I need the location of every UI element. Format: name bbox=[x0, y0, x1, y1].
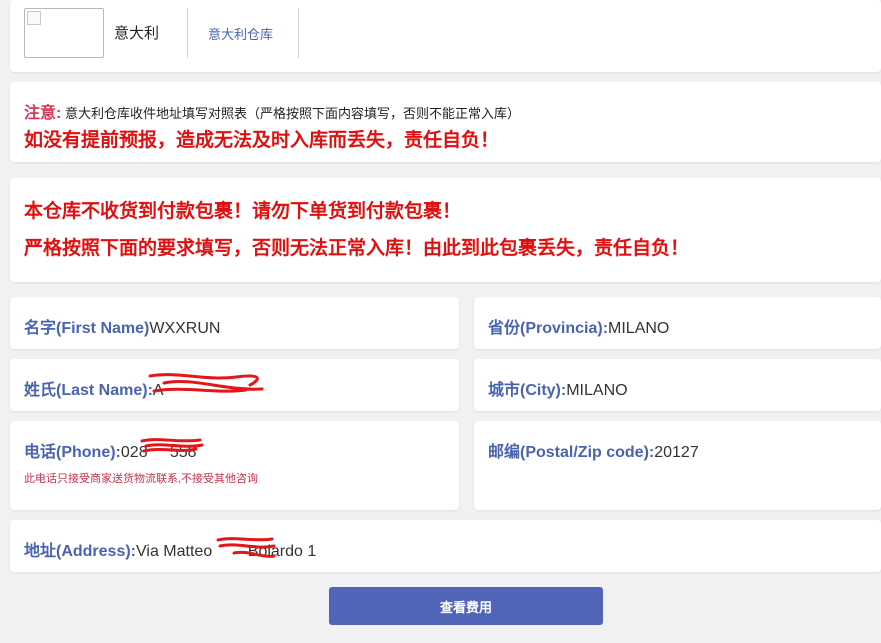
divider bbox=[298, 8, 299, 58]
field-phone: 电话(Phone):028 558 此电话只接受商家送货物流联系,不接受其他咨询 bbox=[10, 421, 459, 510]
policy-line-1: 本仓库不收货到付款包裹！请勿下单货到付款包裹！ bbox=[24, 201, 462, 222]
field-first-name: 名字(First Name)WXXRUN bbox=[10, 297, 459, 349]
field-label: 姓氏(Last Name): bbox=[24, 382, 153, 399]
field-value: WXXRUN bbox=[149, 320, 221, 337]
field-label: 名字(First Name) bbox=[24, 320, 150, 337]
field-value: Via Matteo bbox=[136, 543, 217, 560]
redacted-text bbox=[164, 382, 213, 399]
policy-card: 本仓库不收货到付款包裹！请勿下单货到付款包裹！ 严格按照下面的要求填写，否则无法… bbox=[10, 178, 881, 282]
broken-image-icon bbox=[27, 11, 41, 25]
field-value-end: 558 bbox=[169, 444, 197, 461]
field-label: 地址(Address): bbox=[24, 543, 137, 560]
view-fees-button[interactable]: 查看费用 bbox=[329, 587, 603, 625]
redacted-text bbox=[217, 543, 244, 560]
nav-link-italy-warehouse[interactable]: 意大利仓库 bbox=[208, 24, 273, 43]
header-bar: 意大利 意大利仓库 bbox=[10, 0, 881, 72]
field-value: A bbox=[152, 382, 164, 399]
field-city: 城市(City):MILANO bbox=[474, 359, 881, 411]
notice-line: 注意: 意大利仓库收件地址填写对照表（严格按照下面内容填写，否则不能正常入库） bbox=[24, 99, 520, 123]
field-value: MILANO bbox=[608, 320, 670, 337]
field-address: 地址(Address):Via Matteo Boiardo 1 bbox=[10, 520, 881, 572]
field-postal-code: 邮编(Postal/Zip code):20127 bbox=[474, 421, 881, 510]
field-value: 028 bbox=[120, 444, 148, 461]
redacted-text bbox=[148, 444, 170, 461]
notice-label: 注意: bbox=[24, 105, 62, 122]
logo-image bbox=[24, 8, 104, 58]
brand-name: 意大利 bbox=[114, 25, 160, 42]
notice-warning: 如没有提前预报，造成无法及时入库而丢失，责任自负！ bbox=[24, 130, 500, 151]
policy-line-2: 严格按照下面的要求填写，否则无法正常入库！由此到此包裹丢失，责任自负！ bbox=[24, 238, 690, 259]
field-label: 城市(City): bbox=[488, 382, 567, 399]
field-label: 邮编(Postal/Zip code): bbox=[488, 444, 655, 461]
field-value: 20127 bbox=[654, 444, 699, 461]
field-label: 省份(Provincia): bbox=[488, 320, 609, 337]
field-label: 电话(Phone): bbox=[24, 444, 121, 461]
divider bbox=[187, 8, 188, 58]
phone-note: 此电话只接受商家送货物流联系,不接受其他咨询 bbox=[24, 473, 259, 485]
field-province: 省份(Provincia):MILANO bbox=[474, 297, 881, 349]
notice-text: 意大利仓库收件地址填写对照表（严格按照下面内容填写，否则不能正常入库） bbox=[64, 106, 520, 121]
notice-card: 注意: 意大利仓库收件地址填写对照表（严格按照下面内容填写，否则不能正常入库） … bbox=[10, 82, 881, 162]
field-value: MILANO bbox=[566, 382, 628, 399]
field-value-end: Boiardo 1 bbox=[243, 543, 317, 560]
field-last-name: 姓氏(Last Name):A bbox=[10, 359, 459, 411]
